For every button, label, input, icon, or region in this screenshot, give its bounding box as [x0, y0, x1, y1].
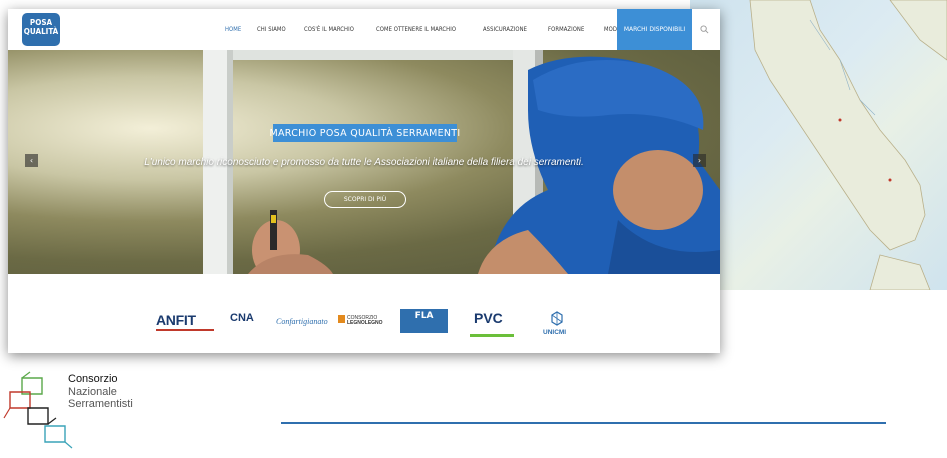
hero-slider: MARCHIO POSA QUALITÀ SERRAMENTI L'unico … [8, 50, 720, 274]
legnolegno-line2: LEGNOLEGNO [347, 320, 383, 326]
chevron-right-icon[interactable]: › [693, 154, 706, 167]
legnolegno-logo[interactable]: CONSORZIO LEGNOLEGNO [347, 316, 383, 326]
nav-item-formazione[interactable]: FORMAZIONE [548, 26, 584, 33]
nav-item-come-ottenere[interactable]: COME OTTENERE IL MARCHIO [376, 26, 456, 33]
fla-logo[interactable]: FLA [400, 309, 448, 333]
navbar: POSA QUALITÀ HOME CHI SIAMO COS'È IL MAR… [8, 9, 720, 51]
partner-logos: ANFIT CNA Confartigianato CONSORZIO LEGN… [8, 274, 720, 353]
website-screenshot: POSA QUALITÀ HOME CHI SIAMO COS'È IL MAR… [8, 9, 720, 353]
search-icon[interactable] [700, 25, 709, 34]
logo-line2: QUALITÀ [23, 27, 59, 36]
unicmi-icon [551, 311, 563, 326]
italy-map-background [690, 0, 947, 290]
unicmi-logo[interactable]: UNICMI [543, 329, 566, 336]
cna-logo[interactable]: CNA [230, 312, 254, 324]
chevron-left-icon[interactable]: ‹ [25, 154, 38, 167]
consorzio-line2: Nazionale [68, 385, 117, 398]
consorzio-line3: Serramentisti [68, 398, 133, 410]
nav-item-home[interactable]: HOME [225, 26, 241, 33]
nav-item-chi-siamo[interactable]: CHI SIAMO [257, 26, 286, 33]
consorzio-line1: Consorzio [68, 373, 118, 385]
logo-line1: POSA [29, 18, 53, 27]
legnolegno-logo-mark [338, 315, 345, 323]
consorzio-name: Consorzio Nazionale Serramentisti [68, 373, 133, 411]
scopri-di-piu-button[interactable]: SCOPRI DI PIÙ [324, 191, 406, 208]
anfit-logo-bar [156, 329, 214, 331]
hero-subtitle: L'unico marchio riconosciuto e promosso … [144, 157, 584, 168]
pvc-forum-logo[interactable]: PVC [474, 310, 503, 326]
footer-divider [281, 422, 886, 424]
nav-item-cos-e-il-marchio[interactable]: COS'È IL MARCHIO [304, 26, 354, 33]
main-nav: HOME CHI SIAMO COS'È IL MARCHIO COME OTT… [225, 9, 661, 50]
pvc-logo-bar [470, 334, 514, 337]
nav-item-assicurazione[interactable]: ASSICURAZIONE [483, 26, 527, 33]
confartigianato-logo[interactable]: Confartigianato [276, 317, 328, 326]
marchi-disponibili-button[interactable]: MARCHI DISPONIBILI [617, 9, 692, 50]
anfit-logo[interactable]: ANFIT [156, 312, 196, 328]
hero-title: MARCHIO POSA QUALITÀ SERRAMENTI [270, 124, 460, 142]
posa-qualita-logo[interactable]: POSA QUALITÀ [22, 13, 60, 46]
